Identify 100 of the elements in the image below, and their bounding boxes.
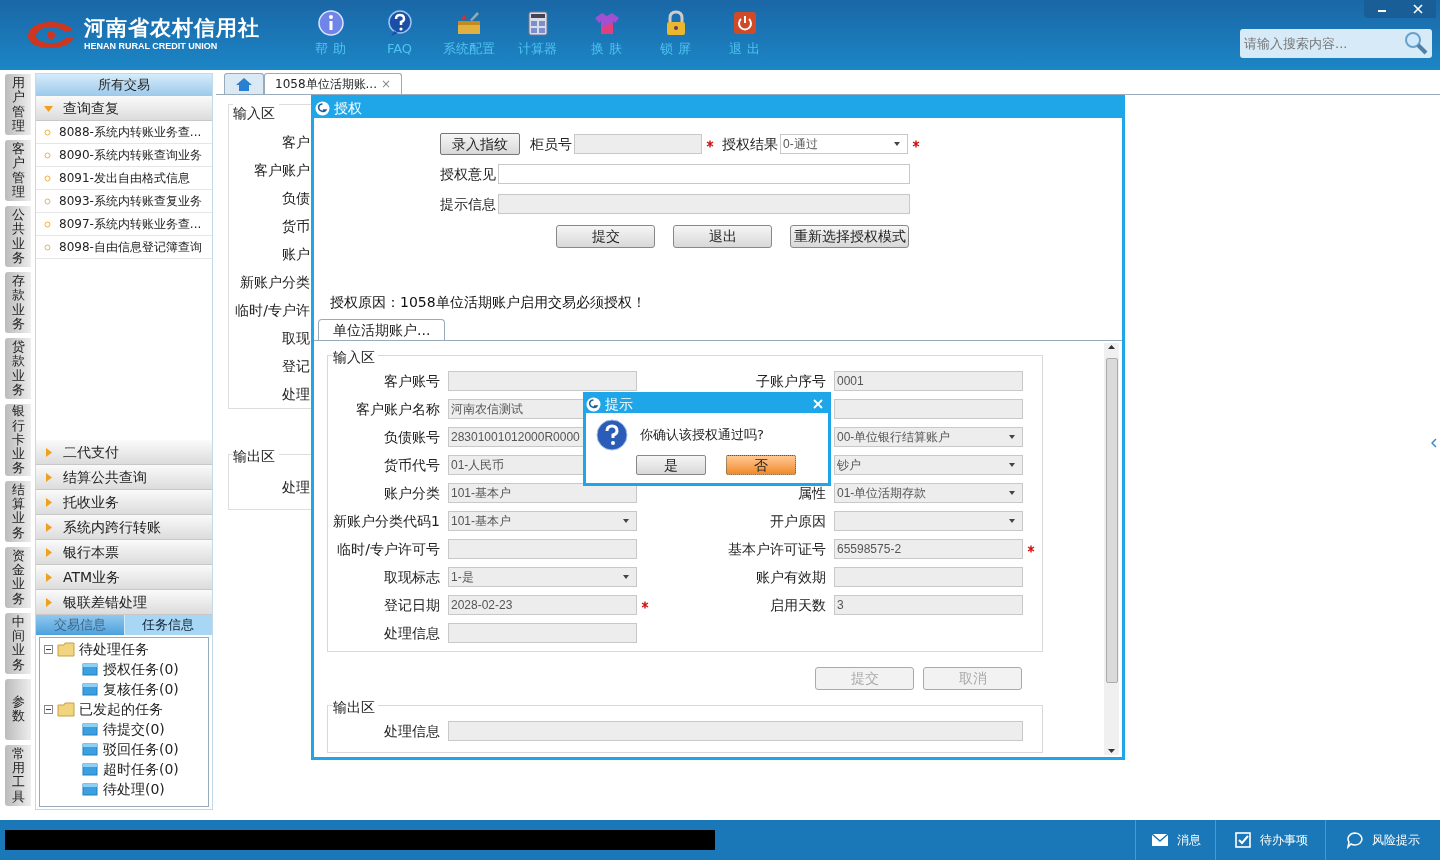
group-header[interactable]: 托收业务	[36, 490, 212, 515]
side-tab[interactable]: 用户管理	[5, 74, 31, 136]
dialog-button[interactable]: 重新选择授权模式	[790, 225, 909, 248]
dropdown-field[interactable]: 01-单位活期存款	[834, 483, 1023, 503]
field-label: 新账户分类代码1	[333, 513, 440, 529]
document-tab[interactable]	[224, 73, 264, 94]
input-field[interactable]: 3	[834, 595, 1023, 615]
side-tab[interactable]: 存款业务	[5, 272, 31, 334]
folder-icon	[82, 722, 98, 736]
field-label: 客户账户	[254, 161, 310, 180]
group-header[interactable]: 银行本票	[36, 540, 212, 565]
dropdown-field[interactable]: 0-通过	[780, 134, 908, 154]
field-label: 账户有效期	[756, 569, 826, 585]
menu-item[interactable]: 8090-系统内转账查询业务	[36, 144, 212, 167]
field-label: 子账户序号	[756, 373, 826, 389]
menu-item[interactable]: 8098-自由信息登记簿查询	[36, 236, 212, 259]
status-button[interactable]: 风险提示	[1325, 820, 1440, 860]
group-header[interactable]: ATM业务	[36, 565, 212, 590]
authorization-reason: 授权原因：1058单位活期账户启用交易必须授权！	[329, 293, 647, 312]
dropdown-field[interactable]	[834, 511, 1023, 531]
tree-node[interactable]: 驳回任务(0)	[103, 738, 179, 760]
input-field[interactable]	[498, 164, 910, 184]
group-header[interactable]: 银联差错处理	[36, 590, 212, 615]
input-field[interactable]	[498, 194, 910, 214]
tree-node[interactable]: 待处理(0)	[103, 778, 165, 800]
side-tab[interactable]: 资金业务	[5, 546, 31, 608]
fingerprint-button[interactable]: 录入指纹	[440, 133, 520, 155]
collapse-toggle[interactable]	[44, 704, 53, 714]
input-field[interactable]	[448, 539, 637, 559]
menu-item[interactable]: 8088-系统内转账业务查...	[36, 121, 212, 144]
collapse-toggle[interactable]	[44, 644, 53, 654]
logo-icon	[26, 19, 76, 50]
field-label: 取现标志	[384, 569, 440, 585]
dialog-button[interactable]: 退出	[673, 225, 772, 248]
group-header[interactable]: 系统内跨行转账	[36, 515, 212, 540]
logo-title: 河南省农村信用社	[84, 18, 260, 39]
close-icon	[813, 399, 823, 409]
group-header[interactable]: 查询查复	[36, 96, 212, 121]
group-header[interactable]: 结算公共查询	[36, 465, 212, 490]
tree-node[interactable]: 已发起的任务	[79, 698, 163, 720]
tree-node[interactable]: 超时任务(0)	[103, 758, 179, 780]
close-icon[interactable]: ×	[381, 75, 392, 93]
dropdown-field[interactable]: 00-单位银行结算账户	[834, 427, 1023, 447]
tree-node[interactable]: 待处理任务	[79, 638, 149, 660]
status-button[interactable]: 待办事项	[1215, 820, 1325, 860]
input-field[interactable]	[574, 134, 702, 154]
input-field[interactable]: 2028-02-23	[448, 595, 637, 615]
group-header[interactable]: 二代支付	[36, 440, 212, 465]
dialog-button[interactable]: 否	[726, 455, 796, 475]
dialog-button[interactable]: 是	[636, 455, 706, 475]
input-field[interactable]	[834, 399, 1023, 419]
dropdown-field[interactable]: 钞户	[834, 455, 1023, 475]
side-tab[interactable]: 客户管理	[5, 140, 31, 202]
side-tab[interactable]: 常用工具	[5, 744, 31, 806]
input-field[interactable]	[448, 371, 637, 391]
side-tab[interactable]: 中间业务	[5, 612, 31, 674]
triangle-right-icon	[44, 597, 53, 607]
folder-icon	[82, 662, 98, 676]
dropdown-field[interactable]: 1-是	[448, 567, 637, 587]
close-icon	[1413, 4, 1423, 14]
menu-item[interactable]: 8093-系统内转账查复业务	[36, 190, 212, 213]
dropdown-field[interactable]: 101-基本户	[448, 511, 637, 531]
dialog-button[interactable]: 提交	[556, 225, 655, 248]
document-tab[interactable]: 1058单位活期账... ×	[264, 73, 403, 94]
side-tab[interactable]: 银行卡业务	[5, 404, 31, 476]
folder-icon	[57, 701, 75, 717]
status-button[interactable]: 消息	[1135, 820, 1215, 860]
input-field[interactable]	[834, 567, 1023, 587]
scrollbar[interactable]	[1104, 343, 1119, 755]
tree-node[interactable]: 授权任务(0)	[103, 658, 179, 680]
side-tab[interactable]: 参数	[5, 678, 31, 740]
input-field[interactable]: 0001	[834, 371, 1023, 391]
chevron-left-icon	[1431, 438, 1437, 448]
field-label: 授权意见	[440, 164, 496, 184]
field-label: 账户	[282, 245, 310, 264]
form-tab[interactable]: 单位活期账户...	[318, 319, 446, 340]
input-field[interactable]	[448, 721, 1023, 741]
menu-item[interactable]: 8097-系统内转账业务查...	[36, 213, 212, 236]
input-field[interactable]: 65598575-2	[834, 539, 1023, 559]
triangle-right-icon	[44, 572, 53, 582]
scroll-up-icon	[1107, 343, 1116, 352]
field-label: 客户账户名称	[356, 401, 440, 417]
field-label: 登记日期	[384, 597, 440, 613]
info-tab[interactable]: 任务信息	[123, 615, 212, 635]
panel-title: 所有交易	[36, 74, 212, 96]
side-tab[interactable]: 结算业务	[5, 480, 31, 542]
search-field[interactable]: 请输入搜索内容...	[1240, 29, 1432, 58]
triangle-right-icon	[44, 497, 53, 507]
side-tab[interactable]: 公共业务	[5, 206, 31, 268]
input-field[interactable]	[448, 623, 637, 643]
side-tab[interactable]: 贷款业务	[5, 338, 31, 400]
input-field[interactable]: 101-基本户	[448, 483, 637, 503]
field-label: 提示信息	[440, 194, 496, 214]
scrollbar-thumb[interactable]	[1105, 358, 1118, 683]
section-legend: 输入区	[233, 103, 279, 124]
dialog-title: 授权	[334, 98, 362, 118]
tree-node[interactable]: 待提交(0)	[103, 718, 165, 740]
tree-node[interactable]: 复核任务(0)	[103, 678, 179, 700]
field-label: 临时/专户许	[235, 301, 310, 320]
menu-item[interactable]: 8091-发出自由格式信息	[36, 167, 212, 190]
